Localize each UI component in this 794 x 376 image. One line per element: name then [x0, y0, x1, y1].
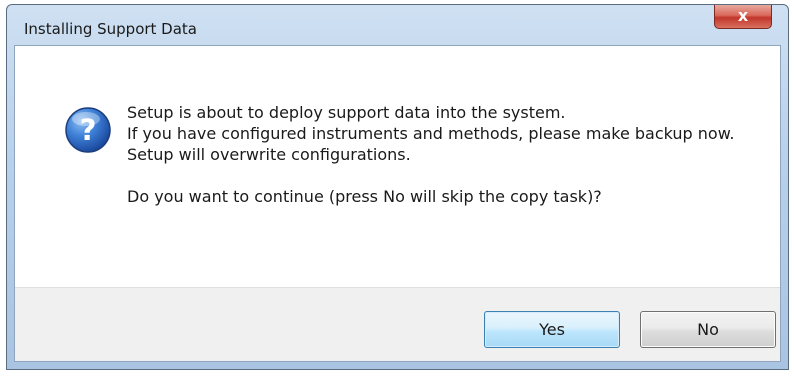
dialog-message: Setup is about to deploy support data in… — [127, 102, 747, 207]
question-text: Do you want to continue (press No will s… — [127, 187, 602, 206]
question-icon: ? — [65, 107, 111, 153]
title-bar[interactable]: Installing Support Data x — [7, 5, 788, 45]
svg-text:?: ? — [80, 113, 97, 147]
dialog-client-area: ? Setup is about to deploy support data … — [14, 45, 781, 362]
button-bar: Yes No — [15, 287, 780, 361]
message-area: ? Setup is about to deploy support data … — [15, 46, 780, 287]
no-button[interactable]: No — [640, 311, 776, 348]
dialog-window: Installing Support Data x ? Setup is abo… — [6, 4, 789, 370]
yes-button[interactable]: Yes — [484, 311, 620, 348]
close-button[interactable]: x — [714, 5, 772, 29]
message-line: Setup will overwrite configurations. — [127, 145, 411, 164]
message-line: If you have configured instruments and m… — [127, 124, 735, 143]
message-line: Setup is about to deploy support data in… — [127, 103, 566, 122]
close-icon: x — [737, 6, 749, 25]
window-title: Installing Support Data — [24, 20, 197, 38]
